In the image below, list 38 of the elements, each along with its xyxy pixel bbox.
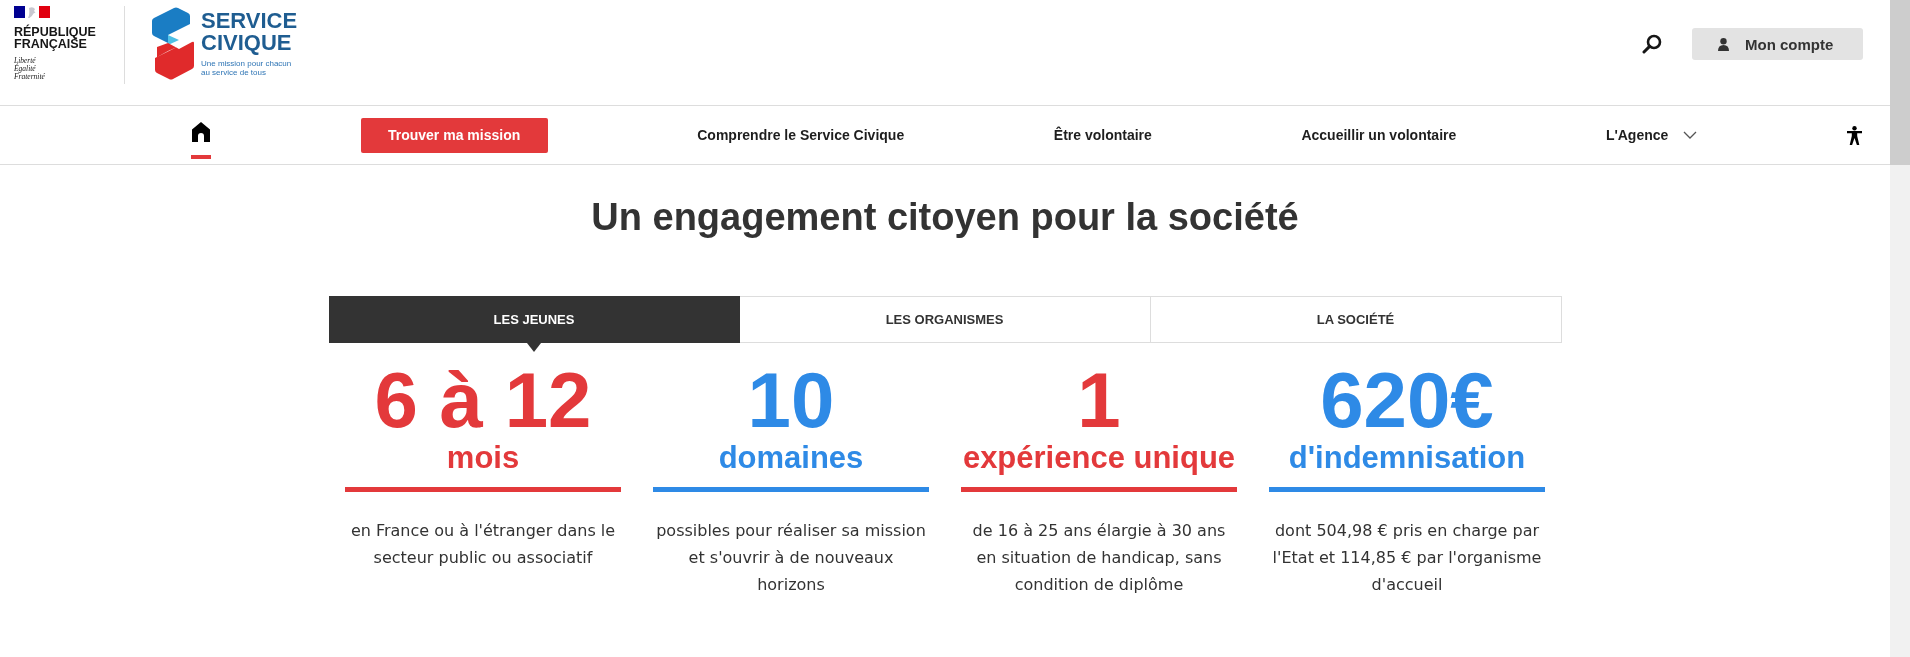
- home-link[interactable]: [191, 122, 211, 159]
- nav-link[interactable]: Accueillir un volontaire: [1301, 127, 1457, 143]
- scrollbar[interactable]: [1890, 0, 1910, 657]
- account-button[interactable]: Mon compte: [1692, 28, 1863, 60]
- nav-link[interactable]: Comprendre le Service Civique: [697, 127, 905, 143]
- accessibility-icon: [1846, 125, 1862, 145]
- stat-description: possibles pour réaliser sa mission et s'ouvrir à de nouveaux horizons: [655, 520, 927, 596]
- brand-tagline: Une mission pour chacun au service de tous: [201, 59, 293, 77]
- brand-name: SERVICE CIVIQUE: [201, 10, 298, 54]
- home-icon: [192, 122, 210, 142]
- search-icon: [1642, 34, 1662, 54]
- flag-icon: [14, 6, 50, 18]
- stat-description: de 16 à 25 ans élargie à 30 ans en situation de handicap, sans condition de diplôme: [971, 520, 1227, 596]
- logo-icon: [151, 7, 194, 80]
- stat-unit: domaines: [718, 440, 864, 476]
- stat-unit: expérience unique: [962, 440, 1236, 476]
- tab[interactable]: LES JEUNES: [328, 296, 740, 343]
- stat-number: 10: [747, 360, 835, 440]
- tab[interactable]: LA SOCIÉTÉ: [1150, 296, 1562, 343]
- tab-pointer-icon: [527, 343, 541, 352]
- stat-description: dont 504,98 € pris en charge par l'Etat et 114,85 € par l'organisme d'accueil: [1271, 520, 1543, 596]
- tab[interactable]: LES ORGANISMES: [739, 296, 1151, 343]
- accessibility-button[interactable]: [1846, 125, 1862, 145]
- find-mission-button[interactable]: Trouver ma mission: [360, 117, 548, 153]
- person-icon: [1718, 37, 1729, 51]
- stat-unit: mois: [446, 440, 520, 476]
- scrollbar-thumb[interactable]: [1890, 0, 1910, 165]
- nav-dropdown[interactable]: L'Agence: [1605, 127, 1698, 143]
- republic-name: RÉPUBLIQUE FRANÇAISE: [14, 26, 96, 50]
- chevron-down-icon: [1683, 131, 1698, 139]
- nav-link[interactable]: Être volontaire: [1053, 127, 1152, 143]
- stat-description: en France ou à l'étranger dans le secteur public ou associatif: [349, 520, 617, 569]
- stat-unit: d'indemnisation: [1288, 440, 1526, 476]
- page-title: Un engagement citoyen pour la société: [590, 195, 1300, 240]
- stat-number: 620€: [1320, 360, 1494, 440]
- stat-number: 1: [1077, 360, 1121, 440]
- search-button[interactable]: [1642, 34, 1662, 54]
- stat-number: 6 à 12: [374, 360, 592, 440]
